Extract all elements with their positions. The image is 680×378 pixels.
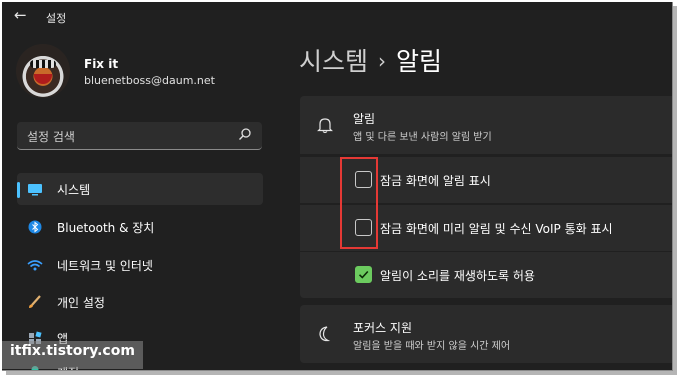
sidebar-item-label: 시스템 <box>57 183 91 197</box>
notifications-card[interactable]: 알림 앱 및 다른 보낸 사람의 알림 받기 <box>300 96 672 154</box>
breadcrumb-current: 알림 <box>396 47 443 76</box>
notifications-title: 알림 <box>353 112 376 126</box>
sidebar-item-label: 네트워크 및 인터넷 <box>57 259 153 273</box>
breadcrumb-parent[interactable]: 시스템 <box>299 47 368 76</box>
search-input[interactable]: 설정 검색 <box>17 122 262 150</box>
focus-assist-title: 포커스 지원 <box>353 321 413 335</box>
brush-icon <box>29 295 41 308</box>
user-email: bluenetboss@daum.net <box>84 74 215 87</box>
option-row: 잠금 화면에 알림 표시 <box>300 157 672 203</box>
bluetooth-icon <box>28 220 42 234</box>
watermark: itfix.tistory.com <box>2 341 143 369</box>
wifi-icon <box>27 260 43 271</box>
search-icon[interactable] <box>238 127 252 141</box>
selection-indicator <box>17 182 20 198</box>
bell-icon <box>317 118 333 134</box>
back-arrow-icon[interactable]: ← <box>14 6 27 24</box>
option-row: 알림이 소리를 재생하도록 허용 <box>300 252 672 298</box>
option-row: 잠금 화면에 미리 알림 및 수신 VoIP 통화 표시 <box>300 205 672 251</box>
option-label: 잠금 화면에 알림 표시 <box>380 174 491 188</box>
search-placeholder: 설정 검색 <box>27 130 75 144</box>
avatar[interactable] <box>16 44 70 98</box>
focus-assist-subtitle: 알림을 받을 때와 받지 않을 시간 제어 <box>353 341 511 352</box>
sidebar-item-label: 개인 설정 <box>57 296 105 310</box>
sidebar-item-network[interactable]: 네트워크 및 인터넷 <box>17 249 263 281</box>
monitor-icon <box>28 184 42 196</box>
sidebar-item-bluetooth[interactable]: Bluetooth & 장치 <box>17 211 263 243</box>
notification-sound-checkbox[interactable] <box>355 266 372 283</box>
app-title: 설정 <box>46 12 67 25</box>
lock-screen-reminders-voip-checkbox[interactable] <box>355 219 372 236</box>
sidebar-item-system[interactable]: 시스템 <box>17 173 263 205</box>
sidebar-item-label: Bluetooth & 장치 <box>57 221 155 235</box>
breadcrumb-separator: › <box>378 49 387 73</box>
frame-shadow <box>6 371 677 375</box>
user-name: Fix it <box>84 57 119 71</box>
frame-shadow <box>673 6 677 372</box>
checkmark-icon <box>358 270 369 279</box>
page-title: 시스템 › 알림 <box>299 42 442 78</box>
focus-assist-card[interactable]: 포커스 지원 알림을 받을 때와 받지 않을 시간 제어 <box>300 305 672 363</box>
lock-screen-notifications-checkbox[interactable] <box>355 171 372 188</box>
settings-window: ← 설정 Fix it bluenetboss@daum.net 설정 검색 시… <box>2 2 673 371</box>
notifications-subtitle: 앱 및 다른 보낸 사람의 알림 받기 <box>353 132 492 143</box>
sidebar-item-personalization[interactable]: 개인 설정 <box>17 286 263 318</box>
option-label: 잠금 화면에 미리 알림 및 수신 VoIP 통화 표시 <box>380 222 613 236</box>
option-label: 알림이 소리를 재생하도록 허용 <box>380 269 535 283</box>
moon-icon <box>319 326 331 342</box>
